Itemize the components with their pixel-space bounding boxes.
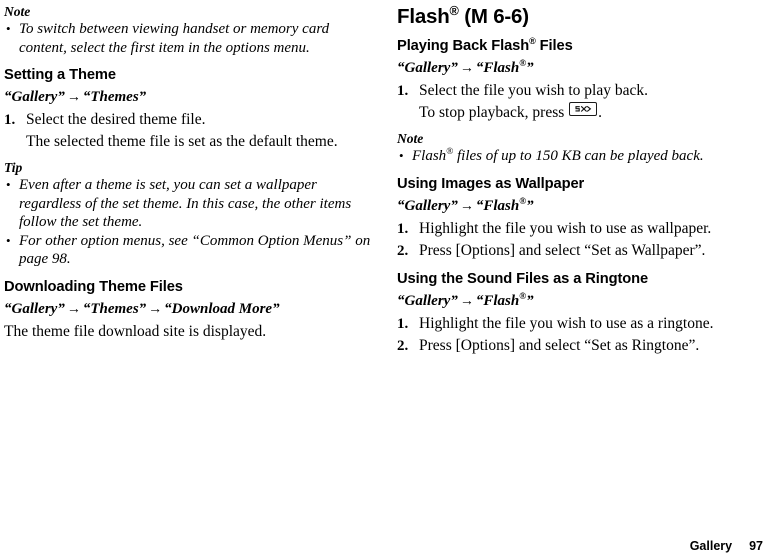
footer-page-number: 97 — [749, 539, 763, 553]
step-text: Press [Options] and select “Set as Ringt… — [419, 336, 700, 354]
note-label-right: Note — [397, 131, 424, 146]
nav-path-segment: “Flash — [475, 60, 520, 76]
list-item: 1. Highlight the file you wish to use as… — [397, 219, 763, 239]
nav-path-segment: “Flash — [475, 197, 520, 214]
list-item: • Flash® files of up to 150 KB can be pl… — [397, 147, 763, 166]
left-column: Note • To switch between viewing handset… — [4, 4, 376, 342]
page-title: Flash® (M 6-6) — [397, 4, 763, 29]
nav-path-segment: “Gallery” — [4, 89, 65, 105]
page-footer: Gallery 97 — [690, 539, 763, 554]
page-title-suffix: (M 6-6) — [458, 5, 529, 28]
tip-bullet-text: Even after a theme is set, you can set a… — [19, 177, 352, 230]
end-call-key-icon — [569, 102, 598, 116]
nav-path-segment: “Flash — [475, 292, 520, 309]
body-downloading-theme-files: The theme file download site is displaye… — [4, 322, 267, 340]
arrow-right-icon: → — [66, 301, 81, 317]
step-detail-period: . — [598, 104, 603, 121]
step-text: Press [Options] and select “Set as Wallp… — [419, 241, 706, 259]
nav-path-segment: “Gallery” — [4, 300, 65, 317]
registered-trademark-icon: ® — [529, 36, 536, 47]
heading-text: Playing Back Flash — [397, 38, 530, 54]
steps-wallpaper: 1. Highlight the file you wish to use as… — [397, 219, 763, 261]
step-detail-text: To stop playback, press — [419, 104, 565, 121]
bullet-dot-icon: • — [6, 177, 11, 192]
steps-playing-back: 1. Select the file you wish to play back… — [397, 81, 763, 101]
arrow-right-icon: → — [459, 293, 474, 309]
list-item: • For other option menus, see “Common Op… — [4, 232, 376, 269]
note-bullet-text: Flash — [412, 148, 447, 164]
nav-path-segment-close: ” — [526, 60, 534, 76]
nav-path-wallpaper: “Gallery” → “Flash®” — [397, 196, 763, 217]
list-item: 1. Highlight the file you wish to use as… — [397, 314, 763, 334]
heading-using-sound-files-as-ringtone: Using the Sound Files as a Ringtone — [397, 270, 649, 287]
arrow-right-icon: → — [459, 198, 474, 214]
tip-bullet-list-left: • Even after a theme is set, you can set… — [4, 176, 376, 269]
list-item: • To switch between viewing handset or m… — [4, 20, 376, 57]
arrow-right-icon: → — [66, 90, 81, 105]
bullet-dot-icon: • — [399, 148, 404, 163]
list-item: 1. Select the file you wish to play back… — [397, 81, 763, 101]
step-text: Select the file you wish to play back. — [419, 82, 648, 99]
step-text: Highlight the file you wish to use as wa… — [419, 219, 712, 237]
list-item: • Even after a theme is set, you can set… — [4, 176, 376, 232]
nav-path-segment: “Gallery” — [397, 60, 458, 76]
heading-playing-back-flash-files: Playing Back Flash® Files — [397, 37, 763, 56]
tip-label-left: Tip — [4, 160, 23, 175]
heading-setting-a-theme: Setting a Theme — [4, 67, 116, 83]
step-number: 1. — [397, 315, 409, 332]
nav-path-segment-close: ” — [526, 197, 534, 214]
bullet-dot-icon: • — [6, 232, 11, 248]
manual-page: Note • To switch between viewing handset… — [0, 0, 767, 557]
heading-downloading-theme-files: Downloading Theme Files — [4, 278, 183, 295]
nav-path-setting-a-theme: “Gallery” → “Themes” — [4, 87, 376, 108]
steps-ringtone: 1. Highlight the file you wish to use as… — [397, 314, 763, 356]
nav-path-segment: “Themes” — [82, 300, 147, 317]
note-bullet-text-suffix: files of up to 150 KB can be played back… — [453, 148, 704, 164]
list-item: 2. Press [Options] and select “Set as Wa… — [397, 241, 763, 261]
right-column: Flash® (M 6-6) Playing Back Flash® Files… — [397, 4, 763, 356]
step-number: 1. — [397, 83, 409, 99]
arrow-right-icon: → — [459, 61, 474, 76]
heading-text-suffix: Files — [535, 38, 573, 54]
step-number: 2. — [397, 242, 409, 259]
arrow-right-icon: → — [148, 301, 163, 317]
nav-path-segment: “Download More” — [164, 300, 280, 317]
nav-path-segment: “Themes” — [82, 89, 147, 105]
note-label-left: Note — [4, 4, 31, 19]
nav-path-downloading-theme-files: “Gallery” → “Themes” → “Download More” — [4, 299, 376, 320]
nav-path-segment: “Gallery” — [397, 292, 458, 309]
note-bullet-list-right: • Flash® files of up to 150 KB can be pl… — [397, 147, 763, 166]
note-bullet-list-left: • To switch between viewing handset or m… — [4, 20, 376, 57]
list-item: 2. Press [Options] and select “Set as Ri… — [397, 336, 763, 356]
step-text: Select the desired theme file. — [26, 111, 206, 128]
list-item: 1. Select the desired theme file. — [4, 110, 376, 130]
step-number: 2. — [397, 337, 409, 354]
nav-path-segment: “Gallery” — [397, 197, 458, 214]
step-number: 1. — [4, 112, 16, 128]
page-title-text: Flash — [397, 5, 450, 28]
tip-bullet-text: For other option menus, see “Common Opti… — [19, 232, 371, 268]
nav-path-playing-back: “Gallery” → “Flash®” — [397, 58, 763, 79]
step-text: Highlight the file you wish to use as a … — [419, 314, 714, 332]
nav-path-segment-close: ” — [526, 292, 534, 309]
nav-path-ringtone: “Gallery” → “Flash®” — [397, 291, 763, 312]
registered-trademark-icon: ® — [449, 3, 459, 19]
bullet-dot-icon: • — [6, 21, 11, 36]
note-bullet-text: To switch between viewing handset or mem… — [19, 21, 330, 56]
heading-using-images-as-wallpaper: Using Images as Wallpaper — [397, 175, 585, 192]
step-detail-playing-back: To stop playback, press . — [397, 102, 763, 123]
step-detail-setting-a-theme: The selected theme file is set as the de… — [26, 133, 338, 150]
step-number: 1. — [397, 220, 409, 237]
steps-setting-a-theme: 1. Select the desired theme file. — [4, 110, 376, 130]
footer-chapter-name: Gallery — [689, 539, 733, 553]
